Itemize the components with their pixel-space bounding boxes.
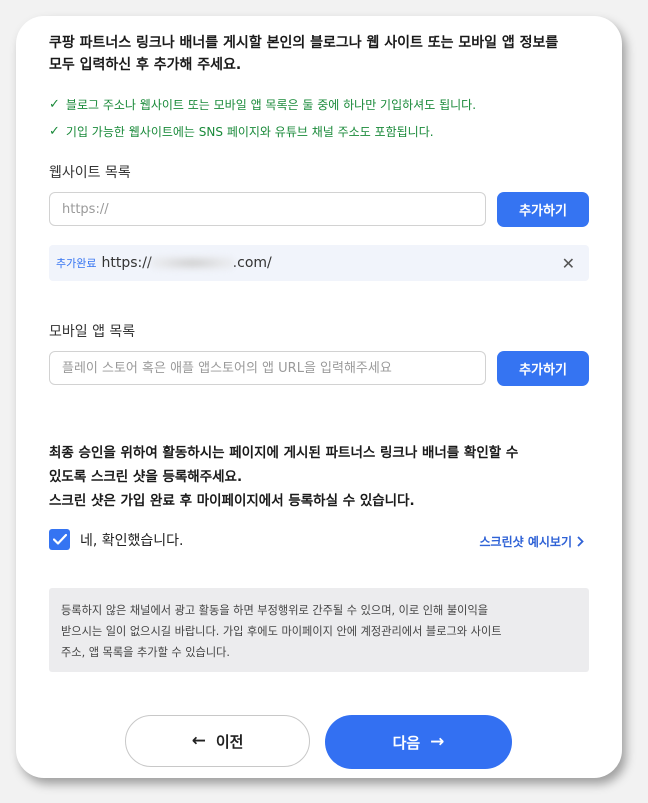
close-icon[interactable]: ✕	[562, 254, 575, 273]
intro-text: 쿠팡 파트너스 링크나 배너를 게시할 본인의 블로그나 웹 사이트 또는 모바…	[49, 32, 589, 76]
website-add-button[interactable]: 추가하기	[497, 192, 589, 227]
info-line-3: 주소, 앱 목록을 추가할 수 있습니다.	[61, 646, 230, 659]
checkmark-icon: ✓	[49, 97, 60, 112]
info-line-2: 받으시는 일이 없으시길 바랍니다. 가입 후에도 마이페이지 안에 계정관리에…	[61, 625, 502, 638]
added-status-badge: 추가완료	[56, 257, 97, 270]
info-line-1: 등록하지 않은 채널에서 광고 활동을 하면 부정행위로 간주될 수 있으며, …	[61, 604, 489, 617]
confirm-checkbox[interactable]	[49, 529, 70, 550]
intro-line-2: 모두 입력하신 후 추가해 주세요.	[49, 57, 242, 73]
added-url-suffix: .com/	[232, 255, 272, 271]
website-url-input[interactable]	[49, 192, 486, 226]
checkmark-icon: ✓	[49, 124, 60, 139]
confirm-row: 네, 확인했습니다.	[49, 529, 184, 550]
notice-line-2: 있도록 스크린 샷을 등록해주세요.	[49, 469, 243, 485]
screenshot-notice: 최종 승인을 위하여 활동하시는 페이지에 게시된 파트너스 링크나 배너를 확…	[49, 441, 589, 513]
notice-line-3: 스크린 샷은 가입 완료 후 마이페이지에서 등록하실 수 있습니다.	[49, 493, 415, 509]
added-website-item: 추가완료 https:// .com/ ✕	[49, 245, 589, 281]
registration-card: 쿠팡 파트너스 링크나 배너를 게시할 본인의 블로그나 웹 사이트 또는 모바…	[16, 16, 622, 778]
added-url-prefix: https://	[101, 255, 152, 271]
chevron-right-icon	[577, 536, 584, 547]
checkmark-icon	[52, 534, 67, 545]
mobile-add-button[interactable]: 추가하기	[497, 351, 589, 386]
intro-line-1: 쿠팡 파트너스 링크나 배너를 게시할 본인의 블로그나 웹 사이트 또는 모바…	[49, 35, 559, 51]
next-button[interactable]: 다음 →	[325, 715, 512, 769]
mobile-app-url-input[interactable]	[49, 351, 486, 385]
added-website-url: https:// .com/	[101, 255, 271, 271]
warning-info-box: 등록하지 않은 채널에서 광고 활동을 하면 부정행위로 간주될 수 있으며, …	[49, 588, 589, 672]
tip-1: ✓ 블로그 주소나 웹사이트 또는 모바일 앱 목록은 둘 중에 하나만 기입하…	[49, 96, 476, 113]
website-list-label: 웹사이트 목록	[49, 165, 131, 181]
next-button-label: 다음	[392, 733, 421, 752]
screenshot-preview-link[interactable]: 스크린샷 예시보기	[480, 533, 585, 550]
prev-button-label: 이전	[215, 732, 244, 751]
tip-2: ✓ 기입 가능한 웹사이트에는 SNS 페이지와 유튜브 채널 주소도 포함됩니…	[49, 123, 434, 140]
confirm-label: 네, 확인했습니다.	[80, 532, 184, 549]
arrow-right-icon: →	[430, 732, 445, 752]
tip-1-text: 블로그 주소나 웹사이트 또는 모바일 앱 목록은 둘 중에 하나만 기입하셔도…	[65, 98, 477, 112]
arrow-left-icon: ←	[191, 731, 206, 751]
notice-line-1: 최종 승인을 위하여 활동하시는 페이지에 게시된 파트너스 링크나 배너를 확…	[49, 445, 519, 461]
prev-button[interactable]: ← 이전	[125, 715, 310, 767]
mobile-app-list-label: 모바일 앱 목록	[49, 324, 136, 340]
redacted-blur	[149, 256, 235, 270]
tip-2-text: 기입 가능한 웹사이트에는 SNS 페이지와 유튜브 채널 주소도 포함됩니다.	[65, 125, 434, 139]
preview-link-label: 스크린샷 예시보기	[479, 535, 573, 549]
